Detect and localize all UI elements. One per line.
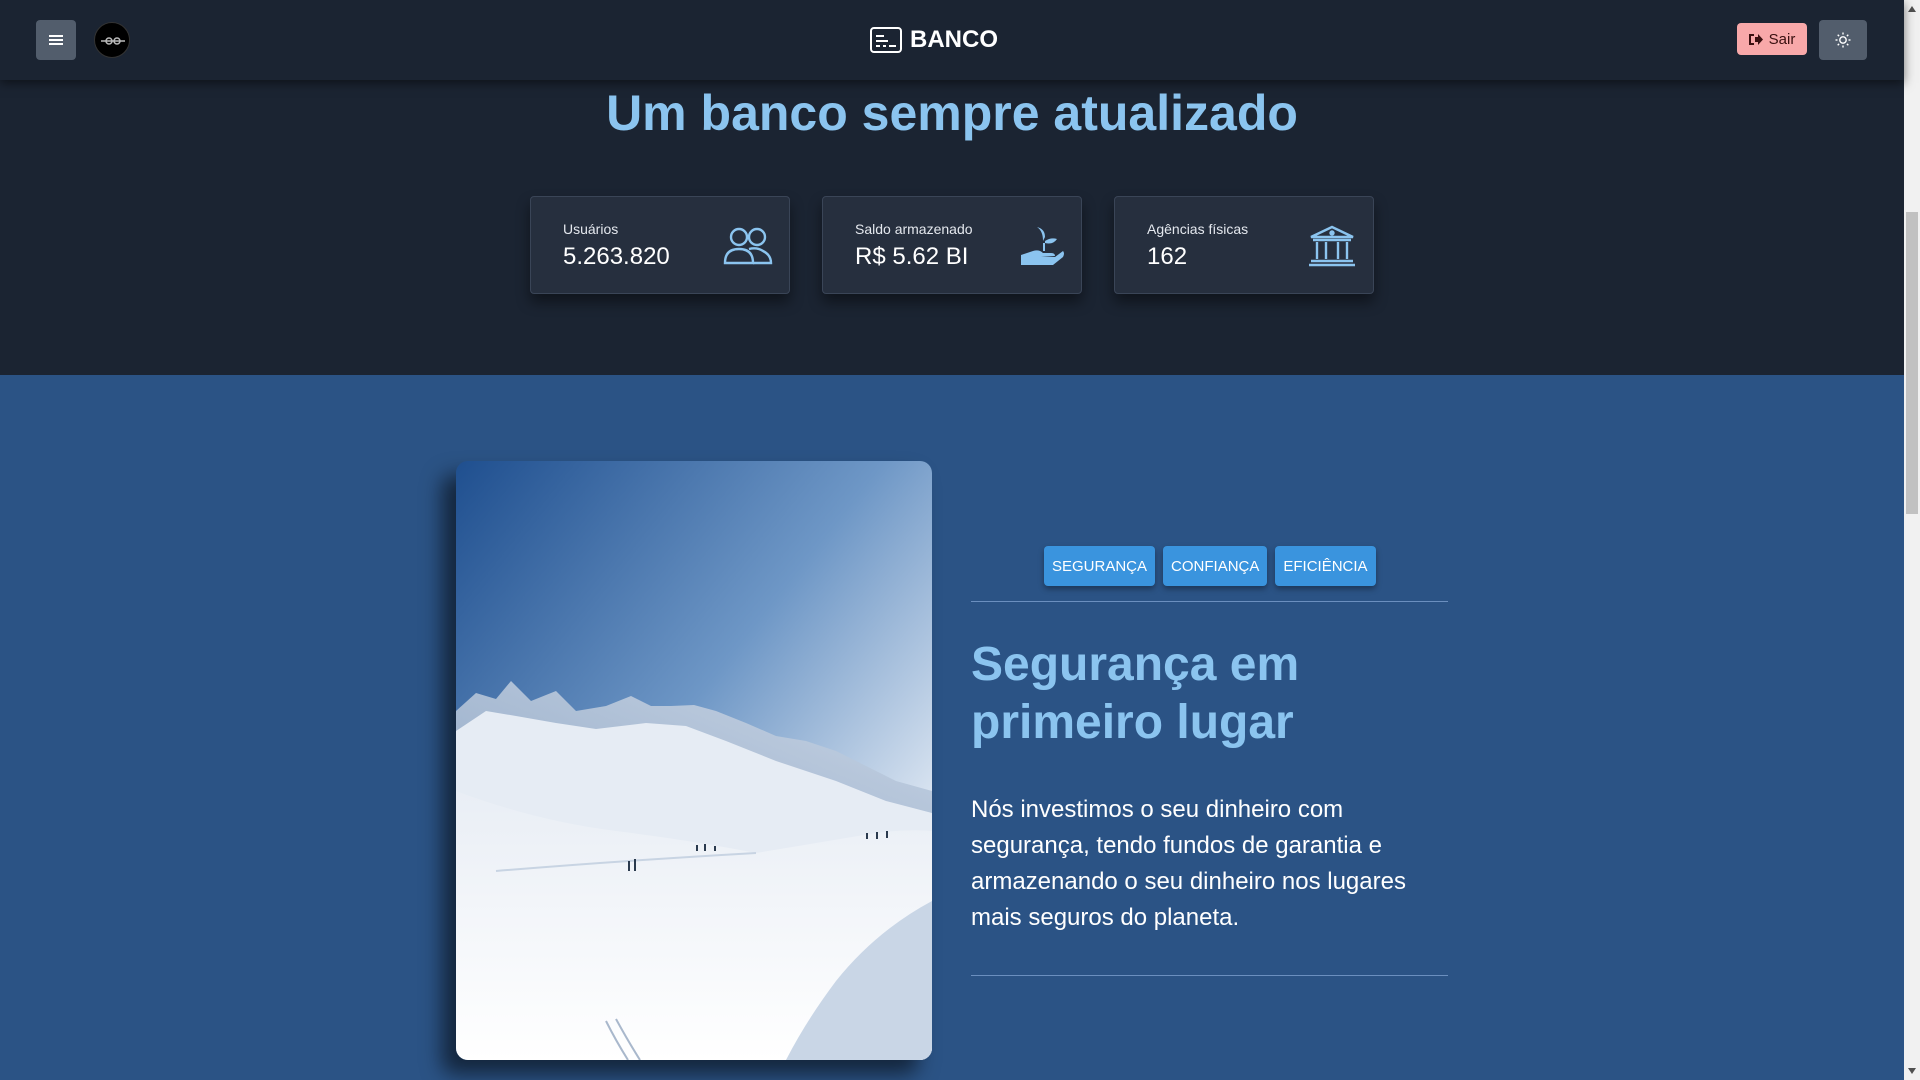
logo-icon [101, 37, 125, 45]
stat-card-agencies: Agências físicas 162 [1114, 196, 1374, 294]
stats-title: Um banco sempre atualizado [606, 85, 1298, 141]
users-icon [723, 227, 773, 265]
scroll-up-arrow[interactable] [1906, 2, 1918, 16]
navbar: BANCO Sair [0, 0, 1904, 80]
stat-value: 5.263.820 [563, 243, 670, 270]
feature-title: Segurança em primeiro lugar [971, 638, 1300, 749]
stat-value: 162 [1147, 243, 1188, 270]
mountain-photo [456, 461, 932, 1060]
stat-label: Agências físicas [1147, 221, 1249, 237]
theme-toggle-button[interactable] [1819, 20, 1867, 60]
feature-description: Nós investimos o seu dinheiro com segura… [971, 796, 1406, 931]
menu-button[interactable] [36, 20, 76, 60]
stat-label: Usuários [563, 221, 619, 237]
feature-section [0, 375, 1904, 1080]
hamburger-icon [49, 35, 63, 45]
scroll-down-arrow[interactable] [1906, 1064, 1918, 1078]
page-scrollbar[interactable] [1904, 0, 1920, 1080]
divider-bottom [971, 975, 1448, 976]
stat-card-balance: Saldo armazenado R$ 5.62 BI [822, 196, 1082, 294]
stat-label: Saldo armazenado [855, 221, 973, 237]
logo[interactable] [94, 22, 130, 58]
tab-eficiencia[interactable]: EFICIÊNCIA [1275, 546, 1376, 586]
bank-icon [1309, 225, 1355, 267]
tab-seguranca[interactable]: SEGURANÇA [1044, 546, 1156, 586]
feature-tabs: SEGURANÇA CONFIANÇA EFICIÊNCIA [1044, 546, 1376, 586]
brand[interactable]: BANCO [870, 20, 998, 60]
logout-icon [1748, 33, 1763, 45]
scrollbar-thumb[interactable] [1906, 212, 1918, 514]
logout-label: Sair [1768, 30, 1796, 48]
triangle-up-icon [1908, 6, 1916, 12]
stat-value: R$ 5.62 BI [855, 243, 969, 270]
card-icon [870, 27, 902, 53]
brand-label: BANCO [910, 26, 998, 53]
hand-seedling-icon [1021, 227, 1064, 265]
triangle-down-icon [1908, 1068, 1916, 1074]
sun-icon [1835, 32, 1851, 48]
mountain-image [456, 461, 932, 1060]
divider-top [971, 601, 1448, 602]
stat-card-users: Usuários 5.263.820 [530, 196, 790, 294]
tab-confianca[interactable]: CONFIANÇA [1163, 546, 1268, 586]
logout-button[interactable]: Sair [1737, 23, 1807, 55]
